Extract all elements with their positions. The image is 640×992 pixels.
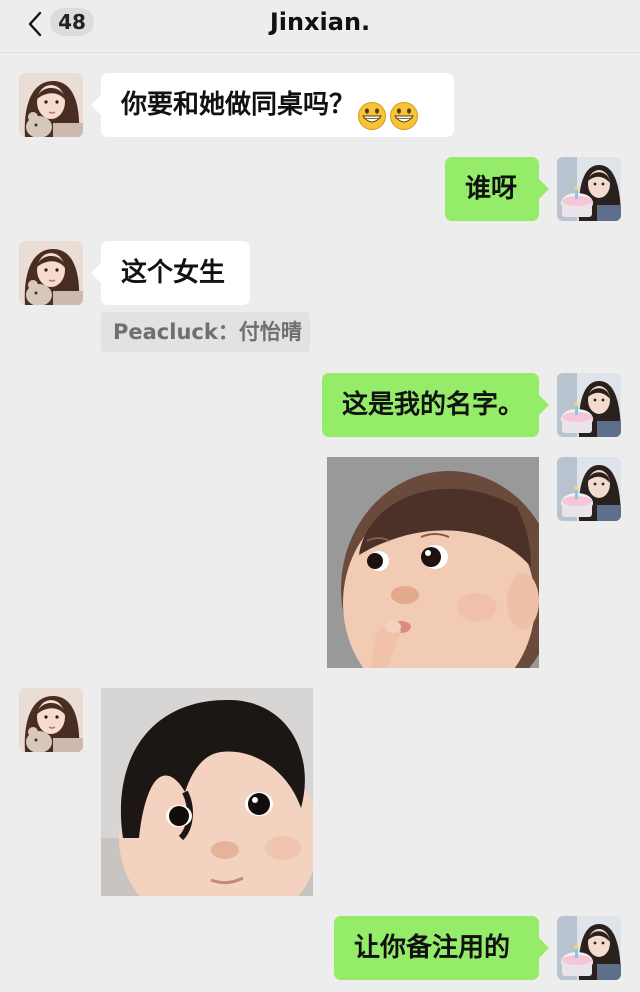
- quoted-message[interactable]: Peacluck：付怡晴: [101, 312, 310, 352]
- grinning-face-icon: [389, 91, 419, 130]
- contact-avatar[interactable]: [19, 241, 83, 305]
- message-text: 这个女生: [121, 258, 226, 288]
- message-text: 谁呀: [465, 174, 518, 204]
- message-text: 这是我的名字。: [342, 390, 525, 420]
- chat-title: Jinxian.: [269, 8, 371, 36]
- message-text: 让你备注用的: [354, 933, 511, 963]
- my-avatar[interactable]: [557, 157, 621, 221]
- chevron-left-icon: [28, 11, 42, 37]
- unread-count-badge[interactable]: 48: [50, 8, 94, 36]
- baby-thinking-sticker[interactable]: [327, 457, 539, 668]
- my-avatar[interactable]: [557, 457, 621, 521]
- outgoing-message-bubble[interactable]: 谁呀: [445, 157, 549, 221]
- contact-avatar[interactable]: [19, 688, 83, 752]
- my-avatar[interactable]: [557, 916, 621, 980]
- baby-wig-sticker[interactable]: [101, 688, 313, 896]
- message-text: 你要和她做同桌吗？: [121, 90, 356, 120]
- chat-header: 48 Jinxian.: [0, 0, 640, 53]
- incoming-message-bubble[interactable]: 你要和她做同桌吗？: [91, 73, 454, 137]
- back-button[interactable]: [22, 8, 48, 40]
- outgoing-message-bubble[interactable]: 这是我的名字。: [322, 373, 549, 437]
- grinning-face-icon: [357, 91, 387, 130]
- outgoing-message-bubble[interactable]: 让你备注用的: [334, 916, 549, 980]
- incoming-message-bubble[interactable]: 这个女生: [91, 241, 250, 305]
- contact-avatar[interactable]: [19, 73, 83, 137]
- my-avatar[interactable]: [557, 373, 621, 437]
